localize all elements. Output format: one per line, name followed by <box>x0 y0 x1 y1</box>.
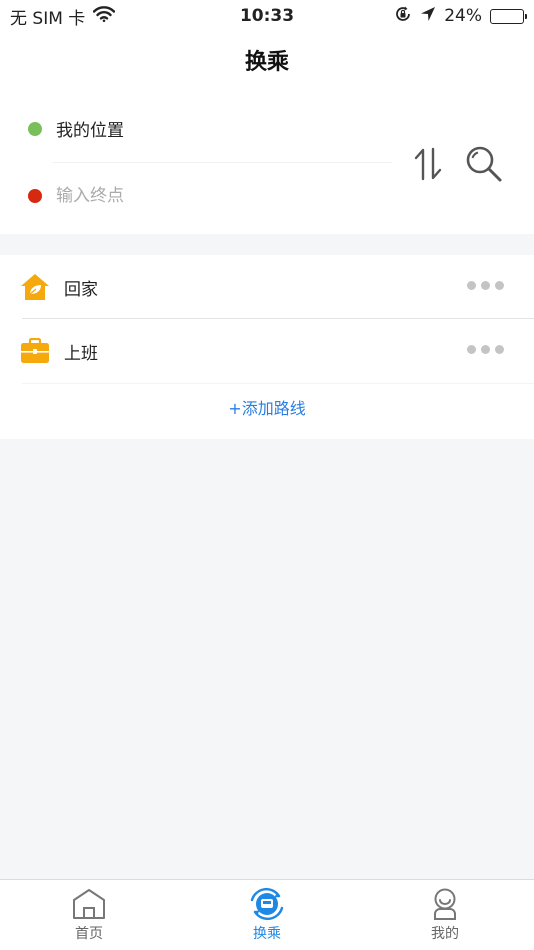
more-dot-icon <box>481 281 490 290</box>
search-icon <box>466 146 502 182</box>
tab-transfer[interactable]: 换乘 <box>178 880 356 950</box>
destination-dot-icon <box>28 189 42 203</box>
wifi-icon <box>93 5 116 27</box>
tab-bar: 首页 换乘 我的 <box>0 879 534 950</box>
more-dot-icon <box>467 345 476 354</box>
nav-bar: 换乘 <box>0 32 534 88</box>
tab-mine-label: 我的 <box>431 926 459 942</box>
page-title: 换乘 <box>244 50 289 75</box>
more-dot-icon <box>481 345 490 354</box>
destination-input[interactable] <box>56 186 356 206</box>
more-dot-icon <box>495 281 504 290</box>
saved-routes-card: 回家 上班 +添加路线 <box>0 255 534 439</box>
battery-icon <box>490 8 527 24</box>
status-left: 无 SIM 卡 <box>10 4 116 29</box>
add-route-button[interactable]: +添加路线 <box>0 395 534 419</box>
home-orange-icon <box>21 274 49 300</box>
tab-home[interactable]: 首页 <box>0 880 178 950</box>
more-dot-icon <box>467 281 476 290</box>
transfer-icon <box>250 888 284 920</box>
home-label: 回家 <box>64 279 98 300</box>
work-label: 上班 <box>64 343 98 364</box>
more-dot-icon <box>495 345 504 354</box>
route-divider <box>52 162 392 163</box>
saved-route-home[interactable]: 回家 <box>0 255 534 319</box>
home-icon <box>73 889 105 919</box>
battery-percent: 24% <box>444 6 482 26</box>
user-icon <box>434 888 456 920</box>
status-bar: 无 SIM 卡 10:33 24% <box>0 0 534 32</box>
origin-row[interactable]: 我的位置 <box>28 116 124 141</box>
origin-label: 我的位置 <box>56 121 124 141</box>
tab-home-label: 首页 <box>75 926 103 942</box>
route-input-card: 我的位置 <box>0 88 534 234</box>
swap-button[interactable] <box>406 142 450 186</box>
location-arrow-icon <box>420 6 436 27</box>
row-divider <box>22 383 534 384</box>
home-more-button[interactable] <box>467 281 504 290</box>
origin-dot-icon <box>28 121 42 136</box>
status-right: 24% <box>394 5 527 28</box>
work-more-button[interactable] <box>467 345 504 354</box>
search-button[interactable] <box>460 140 508 188</box>
tab-transfer-label: 换乘 <box>253 926 281 942</box>
briefcase-icon <box>21 338 49 363</box>
swap-icon <box>414 147 442 181</box>
carrier-label: 无 SIM 卡 <box>10 8 86 29</box>
tab-mine[interactable]: 我的 <box>356 880 534 950</box>
saved-route-work[interactable]: 上班 <box>0 319 534 383</box>
destination-row[interactable] <box>28 186 356 206</box>
orientation-lock-icon <box>394 5 412 28</box>
